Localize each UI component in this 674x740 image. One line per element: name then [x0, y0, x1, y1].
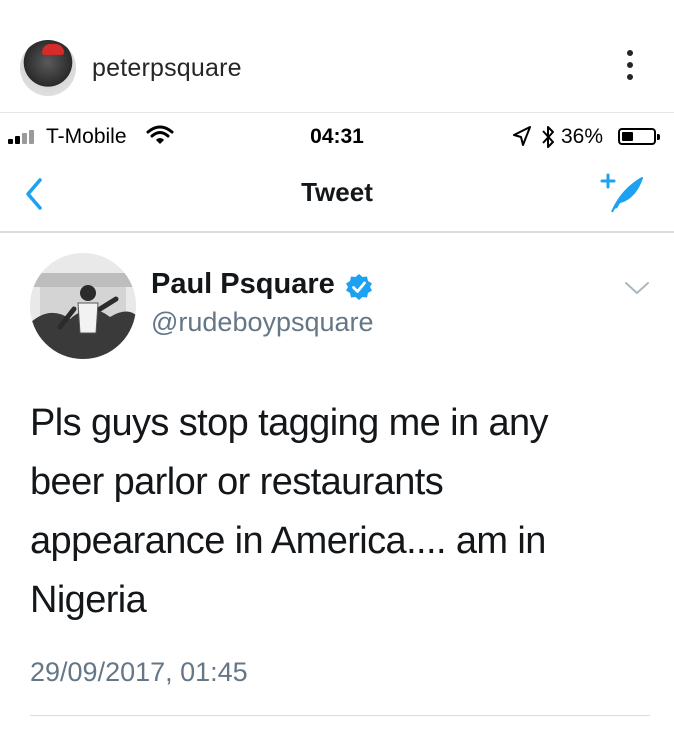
- battery-icon: [618, 128, 660, 145]
- compose-tweet-icon[interactable]: [598, 170, 646, 216]
- chevron-down-icon[interactable]: [624, 280, 650, 296]
- tweet-author-avatar[interactable]: [30, 253, 136, 359]
- battery-fill: [622, 132, 633, 141]
- tweet-text-line: Pls guys stop tagging me in any: [30, 402, 549, 444]
- avatar-photo: [30, 253, 136, 359]
- battery-percent: 36%: [561, 125, 604, 148]
- tweet-text: Pls guys stop tagging me in any beer par…: [30, 394, 650, 630]
- status-bar: T-Mobile 04:31 36%: [0, 116, 674, 156]
- verified-badge-icon: [346, 274, 372, 300]
- location-arrow-icon: [513, 126, 531, 146]
- tweet-text-line: Nigeria: [30, 579, 147, 621]
- nav-title: Tweet: [301, 177, 373, 207]
- tweet-divider: [30, 715, 650, 716]
- twitter-nav-bar: Tweet: [0, 158, 674, 230]
- avatar-cap-shape: [42, 44, 64, 55]
- tweet-text-line: appearance in America.... am in: [30, 520, 546, 562]
- nav-divider: [0, 231, 674, 233]
- tweet-timestamp: 29/09/2017, 01:45: [30, 657, 248, 687]
- instagram-avatar[interactable]: [20, 40, 76, 96]
- instagram-username[interactable]: peterpsquare: [92, 54, 242, 83]
- more-vertical-icon[interactable]: [621, 50, 639, 90]
- tweet-author-name[interactable]: Paul Psquare: [151, 268, 335, 301]
- bluetooth-icon: [542, 126, 554, 148]
- tweet-text-line: beer parlor or restaurants: [30, 461, 444, 503]
- header-divider: [0, 112, 674, 113]
- tweet-author-handle[interactable]: @rudeboypsquare: [151, 307, 374, 338]
- instagram-post-header: peterpsquare: [0, 0, 674, 114]
